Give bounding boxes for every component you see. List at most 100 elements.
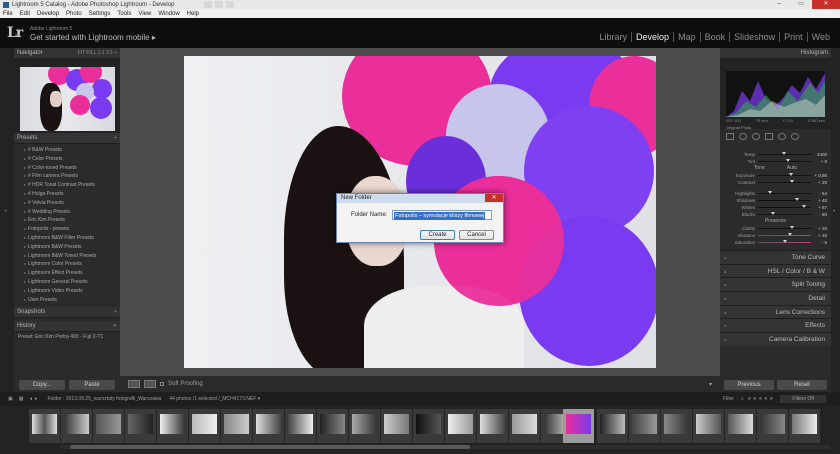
contrast-slider[interactable]: Contrast + 20 [720, 179, 831, 186]
menu-photo[interactable]: Photo [66, 11, 82, 17]
film-thumbnail[interactable] [757, 409, 788, 443]
blacks-slider[interactable]: Blacks - 50 [720, 211, 831, 218]
left-collapse-icon[interactable]: ◂ [4, 208, 7, 214]
crop-tool-icon[interactable] [726, 132, 734, 140]
module-library[interactable]: Library [596, 32, 633, 42]
split-toning-section[interactable]: ◂ Split Toning [720, 277, 831, 292]
preset-folder[interactable]: # Holga Presets [14, 190, 120, 199]
original-photo-label[interactable]: Original Photo [726, 125, 751, 130]
film-thumbnail[interactable] [253, 409, 284, 443]
filter-dropdown[interactable]: Filters Off [780, 395, 826, 403]
graduated-filter-icon[interactable] [765, 132, 773, 140]
camera-calibration-section[interactable]: ◂ Camera Calibration [720, 332, 831, 346]
temp-slider[interactable]: Temp 4400 [720, 151, 831, 158]
menu-file[interactable]: File [3, 11, 13, 17]
right-panel-edge[interactable]: ▸ [831, 48, 840, 392]
highlights-slider[interactable]: Highlights - 64 [720, 190, 831, 197]
navigator-zoom-options[interactable]: FIT FILL 1:1 3:1 ÷ [78, 50, 117, 56]
preset-folder[interactable]: # Wedding Presets [14, 208, 120, 217]
nav-back-icon[interactable]: ◂ [29, 396, 32, 402]
filmstrip-count[interactable]: 44 photos /1 selected /_MCH4173.NEF ▾ [169, 396, 260, 402]
mobile-link[interactable]: Get started with Lightroom mobile ▸ [30, 33, 156, 42]
cancel-button[interactable]: Cancel [459, 230, 494, 240]
add-preset-icon[interactable]: + [114, 135, 117, 141]
second-window-icon[interactable]: ▣ [8, 396, 13, 402]
preset-folder[interactable]: Eric Kim Presets [14, 216, 120, 225]
film-thumbnail[interactable] [629, 409, 660, 443]
detail-section[interactable]: ◂ Detail [720, 291, 831, 305]
preset-folder[interactable]: # Film camera Presets [14, 172, 120, 181]
loupe-view-icon[interactable] [128, 380, 140, 388]
film-thumbnail[interactable] [125, 409, 156, 443]
maximize-icon[interactable]: ▭ [790, 0, 812, 9]
film-thumbnail[interactable] [285, 409, 316, 443]
adjustment-brush-icon[interactable] [791, 132, 799, 140]
effects-section[interactable]: ◂ Effects [720, 318, 831, 333]
presets-header[interactable]: Presets + [14, 133, 120, 144]
preset-folder[interactable]: # HDR Tonal Contrast Presets [14, 181, 120, 190]
paste-button[interactable]: Paste [69, 380, 115, 390]
auto-tone-button[interactable]: Auto [787, 165, 797, 172]
blacks-value[interactable]: - 50 [811, 212, 827, 217]
film-thumbnail[interactable] [189, 409, 220, 443]
reset-button[interactable]: Reset [777, 380, 827, 390]
previous-button[interactable]: Previous [724, 380, 774, 390]
folder-name-input[interactable]: Fotopolis – symulacje kliszy filmowej [392, 210, 492, 220]
histogram-header[interactable]: Histogram [720, 48, 831, 59]
film-thumbnail[interactable] [509, 409, 540, 443]
tint-value[interactable]: + 9 [811, 159, 827, 164]
preset-folder[interactable]: Lightroom B&W Filter Presets [14, 234, 120, 243]
module-print[interactable]: Print [780, 32, 808, 42]
film-thumbnail[interactable] [789, 409, 820, 443]
red-eye-icon[interactable] [752, 132, 760, 140]
saturation-slider[interactable]: Saturation - 5 [720, 239, 831, 246]
tint-slider[interactable]: Tint + 9 [720, 158, 831, 165]
filmstrip-scroll-thumb[interactable] [70, 445, 470, 449]
soft-proofing-label[interactable]: Soft Proofing [168, 381, 203, 387]
grid-view-icon[interactable]: ▦ [19, 396, 24, 402]
menu-tools[interactable]: Tools [117, 11, 131, 17]
copy-button[interactable]: Copy... [19, 380, 65, 390]
film-thumbnail[interactable] [445, 409, 476, 443]
browser-tab[interactable] [215, 1, 224, 8]
clarity-slider[interactable]: Clarity + 20 [720, 225, 831, 232]
temp-value[interactable]: 4400 [811, 152, 827, 157]
histogram-graph[interactable] [726, 71, 825, 117]
left-panel-edge[interactable]: ◂ [0, 48, 14, 392]
browser-tab[interactable] [226, 1, 235, 8]
close-icon[interactable]: ✕ [812, 0, 840, 9]
menu-settings[interactable]: Settings [89, 11, 111, 17]
history-header[interactable]: History ✕ [14, 321, 120, 333]
saturation-value[interactable]: - 5 [811, 240, 827, 245]
preset-folder[interactable]: Lightroom Video Presets [14, 287, 120, 296]
film-thumbnail[interactable] [693, 409, 724, 443]
film-thumbnail[interactable] [413, 409, 444, 443]
menu-view[interactable]: View [138, 11, 151, 17]
preset-folder[interactable]: Lightroom B&W Presets [14, 243, 120, 252]
contrast-value[interactable]: + 20 [811, 180, 827, 185]
soft-proofing-checkbox[interactable] [160, 382, 164, 386]
navigator-preview[interactable] [14, 59, 120, 133]
preset-folder[interactable]: User Presets [14, 296, 120, 305]
film-thumbnail[interactable] [157, 409, 188, 443]
filmstrip-source[interactable]: Folder : 2013.09.25_warsztaty fotografii… [48, 396, 162, 402]
film-thumbnail[interactable] [61, 409, 92, 443]
film-thumbnail[interactable] [661, 409, 692, 443]
hsl-section[interactable]: ◂ HSL / Color / B & W [720, 263, 831, 278]
exposure-slider[interactable]: Exposure + 0,90 [720, 172, 831, 179]
film-thumbnail[interactable] [93, 409, 124, 443]
vibrance-value[interactable]: + 15 [811, 233, 827, 238]
clear-history-icon[interactable]: ✕ [113, 323, 117, 329]
menu-develop[interactable]: Develop [37, 11, 59, 17]
module-book[interactable]: Book [701, 32, 731, 42]
lens-corrections-section[interactable]: ◂ Lens Corrections [720, 304, 831, 319]
module-slideshow[interactable]: Slideshow [730, 32, 781, 42]
spot-removal-icon[interactable] [739, 132, 747, 140]
highlights-value[interactable]: - 64 [811, 191, 827, 196]
browser-tab[interactable] [204, 1, 213, 8]
menu-help[interactable]: Help [187, 11, 199, 17]
nav-forward-icon[interactable]: ▸ [35, 396, 38, 402]
vibrance-slider[interactable]: Vibrance + 15 [720, 232, 831, 239]
preset-folder[interactable]: Lightroom Color Presets [14, 260, 120, 269]
exposure-value[interactable]: + 0,90 [811, 173, 827, 178]
